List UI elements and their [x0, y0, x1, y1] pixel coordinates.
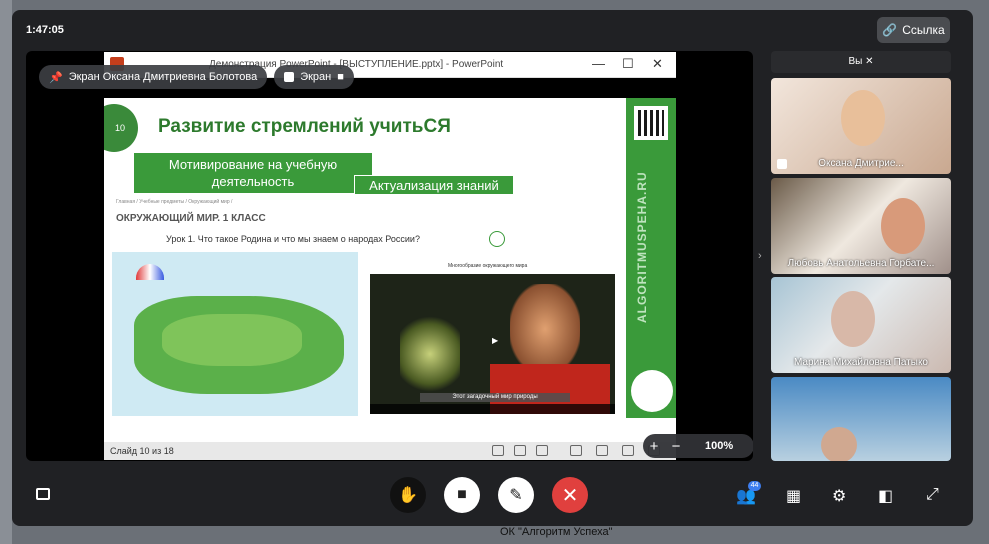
video-controls[interactable]	[370, 404, 615, 414]
qr-code-icon	[634, 106, 668, 140]
collapse-panel-icon[interactable]: ›	[758, 250, 762, 262]
slide-section-title: ОКРУЖАЮЩИЙ МИР. 1 КЛАСС	[116, 213, 266, 224]
spiral-logo-icon	[631, 370, 673, 412]
background-sidebar	[0, 0, 12, 544]
zoom-out-button[interactable]: −	[665, 438, 687, 455]
russia-map-image	[112, 252, 358, 416]
participant-tile[interactable]: Марина Михайловна Патыко	[771, 277, 951, 373]
mic-off-button[interactable]: ✎	[498, 477, 534, 513]
slide-title: Развитие стремлений учитьСЯ	[158, 116, 451, 137]
minimize-icon[interactable]: —	[592, 56, 605, 71]
slide-tag-motivation: Мотивирование на учебную деятельность	[134, 153, 372, 193]
pin-icon: 📌	[49, 71, 63, 84]
zoom-control: + − 100%	[643, 434, 753, 458]
screen-share-pills: 📌 Экран Оксана Дмитриевна Болотова Экран…	[39, 65, 354, 89]
brand-vertical-text: ALGORITMUSPEHA.RU	[635, 171, 649, 323]
participant-name: Любовь Анатольевна Горбате...	[787, 258, 935, 269]
call-controls-bar: ✋ ■ ✎ ✕ 👥 44 ▦ ⚙ ◧ ⤢	[12, 472, 973, 526]
gear-icon[interactable]: ⚙	[832, 486, 846, 506]
close-icon[interactable]: ✕	[652, 56, 663, 72]
sorter-view-icon[interactable]	[596, 445, 608, 456]
participant-tiles: Вы ✕ Оксана Дмитрие... Любовь Анатольевн…	[771, 51, 951, 461]
slide-canvas: 10 Развитие стремлений учитьСЯ Мотивиров…	[104, 98, 676, 418]
conference-window: 1:47:05 🔗 Ссылка 📌 Экран Оксана Дмитриев…	[12, 10, 973, 526]
lesson-next-icon	[489, 231, 505, 247]
video-caption: Многообразие окружающего мира	[448, 263, 528, 269]
next-slide-icon[interactable]	[536, 445, 548, 456]
participant-tile[interactable]: Оксана Дмитрие...	[771, 78, 951, 174]
zoom-level: 100%	[705, 440, 734, 452]
screen-owner-pill[interactable]: 📌 Экран Оксана Дмитриевна Болотова	[39, 65, 268, 89]
participants-count-badge: 44	[748, 481, 761, 491]
background-text: ОК "Алгоритм Успеха"	[500, 526, 613, 538]
self-tile[interactable]: Вы ✕	[771, 51, 951, 73]
participant-video	[831, 291, 875, 347]
slide-number: 10	[104, 104, 138, 152]
participant-tile[interactable]	[771, 377, 951, 461]
link-button-label: Ссылка	[902, 23, 945, 37]
slide-lesson-title: Урок 1. Что такое Родина и что мы знаем …	[166, 234, 420, 244]
call-timer: 1:47:05	[26, 24, 64, 36]
link-button[interactable]: 🔗 Ссылка	[877, 17, 950, 43]
ppt-statusbar: Слайд 10 из 18	[104, 442, 676, 460]
prev-slide-icon[interactable]	[492, 445, 504, 456]
slide-tag-actualization: Актуализация знаний	[354, 175, 514, 195]
participant-video	[881, 198, 925, 254]
reading-view-icon[interactable]	[622, 445, 634, 456]
screen-owner-label: Экран Оксана Дмитриевна Болотова	[68, 71, 258, 83]
screen-icon	[284, 72, 295, 82]
camera-off-button[interactable]: ■	[444, 477, 480, 513]
video-jar	[400, 314, 460, 394]
screen-share-stage: 📌 Экран Оксана Дмитриевна Болотова Экран…	[26, 51, 753, 461]
slide-counter: Слайд 10 из 18	[110, 446, 174, 456]
mic-off-icon: ✕	[865, 56, 874, 67]
raise-hand-button[interactable]: ✋	[390, 477, 426, 513]
map-land-inner	[162, 314, 302, 366]
fullscreen-icon[interactable]: ⤢	[926, 486, 939, 504]
self-label: Вы	[848, 56, 863, 67]
share-screen-icon[interactable]	[36, 488, 50, 500]
screen-label: Экран	[300, 71, 332, 83]
grid-icon[interactable]: ▦	[786, 486, 801, 506]
participant-name: Оксана Дмитрие...	[818, 158, 904, 169]
participant-name: Марина Михайловна Патыко	[794, 357, 928, 368]
video-subtitle: Этот загадочный мир природы	[420, 393, 570, 402]
video-boy	[510, 284, 580, 374]
screen-pill[interactable]: Экран ■	[274, 65, 354, 89]
powerpoint-window: Демонстрация PowerPoint - [ВЫСТУПЛЕНИЕ.p…	[104, 52, 676, 460]
slide-breadcrumb: Главная / Учебные предметы / Окружающий …	[116, 199, 233, 205]
play-icon[interactable]: ▶	[492, 336, 498, 345]
parachute-icon	[136, 264, 164, 280]
participant-tile[interactable]: Любовь Анатольевна Горбате...	[771, 178, 951, 274]
normal-view-icon[interactable]	[570, 445, 582, 456]
participant-video	[841, 90, 885, 146]
slide-sorter-icon[interactable]	[514, 445, 526, 456]
zoom-in-button[interactable]: +	[643, 438, 665, 455]
layout-icon[interactable]: ◧	[878, 486, 893, 506]
participant-video	[821, 427, 857, 461]
camera-small-icon: ■	[337, 71, 344, 83]
end-call-button[interactable]: ✕	[552, 477, 588, 513]
maximize-icon[interactable]: ☐	[622, 56, 634, 72]
link-icon: 🔗	[882, 23, 898, 37]
slide-video[interactable]: ▶ Этот загадочный мир природы	[370, 274, 615, 414]
